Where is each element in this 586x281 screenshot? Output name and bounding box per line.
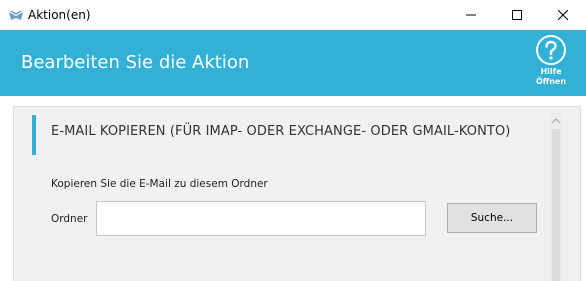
folder-input[interactable] (96, 201, 426, 236)
page-title: Bearbeiten Sie die Aktion (21, 52, 250, 73)
instruction-text: Kopieren Sie die E-Mail zu diesem Ordner (51, 178, 268, 190)
close-button[interactable] (540, 0, 586, 30)
folder-label: Ordner (51, 213, 88, 225)
maximize-button[interactable] (494, 0, 540, 30)
header-band: Bearbeiten Sie die Aktion Hilfe Öffnen (0, 30, 586, 96)
minimize-icon (466, 14, 476, 16)
help-circle-icon (536, 35, 566, 65)
scroll-up-arrow-icon (552, 117, 560, 123)
section-accent-bar (32, 115, 36, 155)
vertical-scrollbar[interactable] (549, 113, 563, 281)
scroll-up-button[interactable] (549, 113, 563, 127)
help-button[interactable]: Hilfe Öffnen (530, 34, 572, 87)
help-label-line2: Öffnen (535, 77, 567, 86)
action-panel: E-MAIL KOPIEREN (FÜR IMAP- ODER EXCHANGE… (13, 106, 581, 281)
title-bar: Aktion(en) (0, 0, 586, 30)
dialog-window: Aktion(en) Bearbeiten Sie die Aktion Hil… (0, 0, 586, 281)
window-title: Aktion(en) (28, 8, 91, 22)
content-area: E-MAIL KOPIEREN (FÜR IMAP- ODER EXCHANGE… (0, 96, 586, 281)
app-logo-icon (9, 10, 23, 20)
help-label-line1: Hilfe (540, 67, 562, 76)
maximize-icon (512, 10, 522, 20)
section-title: E-MAIL KOPIEREN (FÜR IMAP- ODER EXCHANGE… (51, 124, 511, 139)
scroll-thumb[interactable] (552, 129, 560, 281)
close-icon (558, 10, 568, 20)
search-button[interactable]: Suche... (447, 203, 537, 233)
minimize-button[interactable] (448, 0, 494, 30)
